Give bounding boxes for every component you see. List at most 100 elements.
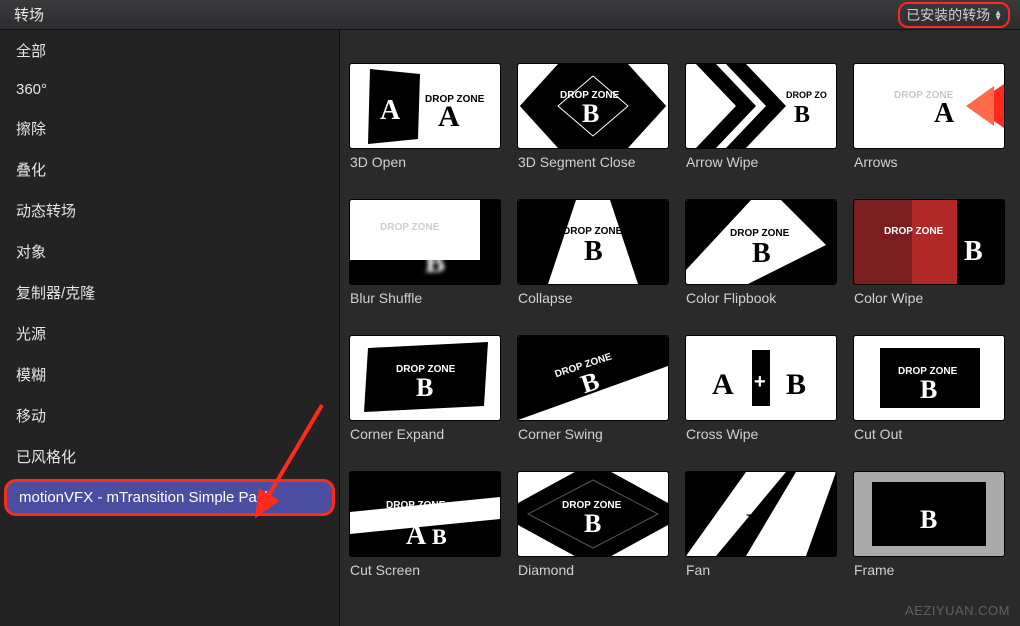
sidebar-item-label: 叠化 [16,159,46,180]
sidebar-item-light[interactable]: 光源 [0,313,339,354]
tile-corner-swing[interactable]: DROP ZONE B Corner Swing [518,336,668,460]
tile-color-flipbook[interactable]: DROP ZONE B Color Flipbook [686,200,836,324]
sidebar-item-stylized[interactable]: 已风格化 [0,436,339,477]
svg-text:B: B [425,246,445,279]
sidebar-item-dissolve[interactable]: 叠化 [0,149,339,190]
sidebar-item-label: 复制器/克隆 [16,282,95,303]
svg-text:A: A [934,98,955,129]
browser-title: 转场 [14,4,44,25]
svg-text:B: B [920,505,937,534]
tile-label: Arrows [854,154,1004,188]
sidebar-item-label: 对象 [16,241,46,262]
tile-thumb: A + B [686,336,836,420]
svg-text:A: A [406,520,427,551]
tile-label: Arrow Wipe [686,154,836,188]
tile-label: Cut Screen [350,562,500,596]
tile-label: Corner Swing [518,426,668,460]
tile-label: Cross Wipe [686,426,836,460]
svg-text:+: + [754,371,766,393]
updown-icon: ▲▼ [994,10,1002,20]
tile-3d-segment-close[interactable]: DROP ZONE B 3D Segment Close [518,64,668,188]
tile-thumb: DROP ZONE B [350,200,500,284]
svg-text:A: A [712,368,734,401]
tile-thumb: B [854,472,1004,556]
svg-text:B: B [752,238,771,269]
sidebar-item-blur[interactable]: 模糊 [0,354,339,395]
sidebar-item-object[interactable]: 对象 [0,231,339,272]
sidebar-item-all[interactable]: 全部 [0,30,339,71]
sidebar-item-label: 动态转场 [16,200,76,221]
transition-grid: A DROP ZONE A 3D Open [350,64,1010,596]
sidebar-item-label: 光源 [16,323,46,344]
tile-collapse[interactable]: DROP ZONE B Collapse [518,200,668,324]
tile-thumb: DROP ZONE B [686,200,836,284]
tile-thumb: B [686,472,836,556]
tile-blur-shuffle[interactable]: DROP ZONE B Blur Shuffle [350,200,500,324]
svg-text:B: B [582,99,599,128]
topbar: 转场 已安装的转场 ▲▼ [0,0,1020,30]
tile-label: Collapse [518,290,668,324]
sidebar-item-label: motionVFX - mTransition Simple Pack [19,489,272,506]
svg-text:DROP ZONE: DROP ZONE [386,500,446,511]
tile-label: Corner Expand [350,426,500,460]
tile-thumb: DROP ZONE B [350,336,500,420]
tile-label: Diamond [518,562,668,596]
tile-frame[interactable]: B Frame [854,472,1004,596]
content: 全部 360° 擦除 叠化 动态转场 对象 复制器/克隆 光源 模糊 移动 已风… [0,30,1020,626]
tile-label: Fan [686,562,836,596]
tile-cut-out[interactable]: DROP ZONE B Cut Out [854,336,1004,460]
tile-cut-screen[interactable]: DROP ZONE A B Cut Screen [350,472,500,596]
tile-thumb: DROP ZONE B [518,64,668,148]
sidebar-item-360[interactable]: 360° [0,71,339,108]
tile-thumb: DROP ZONE A [854,64,1004,148]
svg-text:B: B [964,236,983,267]
tile-label: Blur Shuffle [350,290,500,324]
tile-thumb: DROP ZONE A B [350,472,500,556]
svg-text:B: B [746,509,763,538]
tile-label: Cut Out [854,426,1004,460]
tile-label: Color Wipe [854,290,1004,324]
tile-thumb: DROP ZONE B [518,200,668,284]
sidebar-item-label: 360° [16,81,47,98]
svg-text:B: B [920,375,937,404]
sidebar-item-replicator[interactable]: 复制器/克隆 [0,272,339,313]
installed-filter-label: 已安装的转场 [906,5,990,25]
sidebar-item-motionvfx[interactable]: motionVFX - mTransition Simple Pack [4,479,335,516]
app-root: 转场 已安装的转场 ▲▼ 全部 360° 擦除 叠化 动态转场 对象 复制器/克… [0,0,1020,626]
svg-text:B: B [786,368,806,401]
sidebar-item-dynamic[interactable]: 动态转场 [0,190,339,231]
installed-filter-dropdown[interactable]: 已安装的转场 ▲▼ [898,2,1010,28]
tile-color-wipe[interactable]: DROP ZONE B Color Wipe [854,200,1004,324]
svg-text:B: B [584,509,601,538]
category-sidebar: 全部 360° 擦除 叠化 动态转场 对象 复制器/克隆 光源 模糊 移动 已风… [0,30,340,626]
tile-thumb: DROP ZO B [686,64,836,148]
tile-label: Color Flipbook [686,290,836,324]
tile-fan[interactable]: B Fan [686,472,836,596]
svg-text:DROP ZONE: DROP ZONE [380,222,440,233]
tile-thumb: DROP ZONE B [854,336,1004,420]
sidebar-item-label: 全部 [16,40,46,61]
tile-thumb: DROP ZONE B [854,200,1004,284]
tile-corner-expand[interactable]: DROP ZONE B Corner Expand [350,336,500,460]
transition-grid-area: A DROP ZONE A 3D Open [340,30,1020,626]
sidebar-item-label: 模糊 [16,364,46,385]
svg-text:DROP ZO: DROP ZO [786,90,827,100]
sidebar-item-label: 已风格化 [16,446,76,467]
svg-text:DROP ZONE: DROP ZONE [884,226,944,237]
tile-arrow-wipe[interactable]: DROP ZO B Arrow Wipe [686,64,836,188]
tile-arrows[interactable]: DROP ZONE A Arrows [854,64,1004,188]
tile-diamond[interactable]: DROP ZONE B Diamond [518,472,668,596]
tile-label: 3D Open [350,154,500,188]
tile-thumb: A DROP ZONE A [350,64,500,148]
sidebar-item-label: 移动 [16,405,46,426]
tile-label: 3D Segment Close [518,154,668,188]
sidebar-item-move[interactable]: 移动 [0,395,339,436]
svg-text:A: A [438,100,460,133]
svg-text:B: B [584,236,603,267]
tile-thumb: DROP ZONE B [518,472,668,556]
sidebar-item-wipe[interactable]: 擦除 [0,108,339,149]
tile-label: Frame [854,562,1004,596]
tile-3d-open[interactable]: A DROP ZONE A 3D Open [350,64,500,188]
tile-cross-wipe[interactable]: A + B Cross Wipe [686,336,836,460]
svg-text:B: B [416,373,433,402]
